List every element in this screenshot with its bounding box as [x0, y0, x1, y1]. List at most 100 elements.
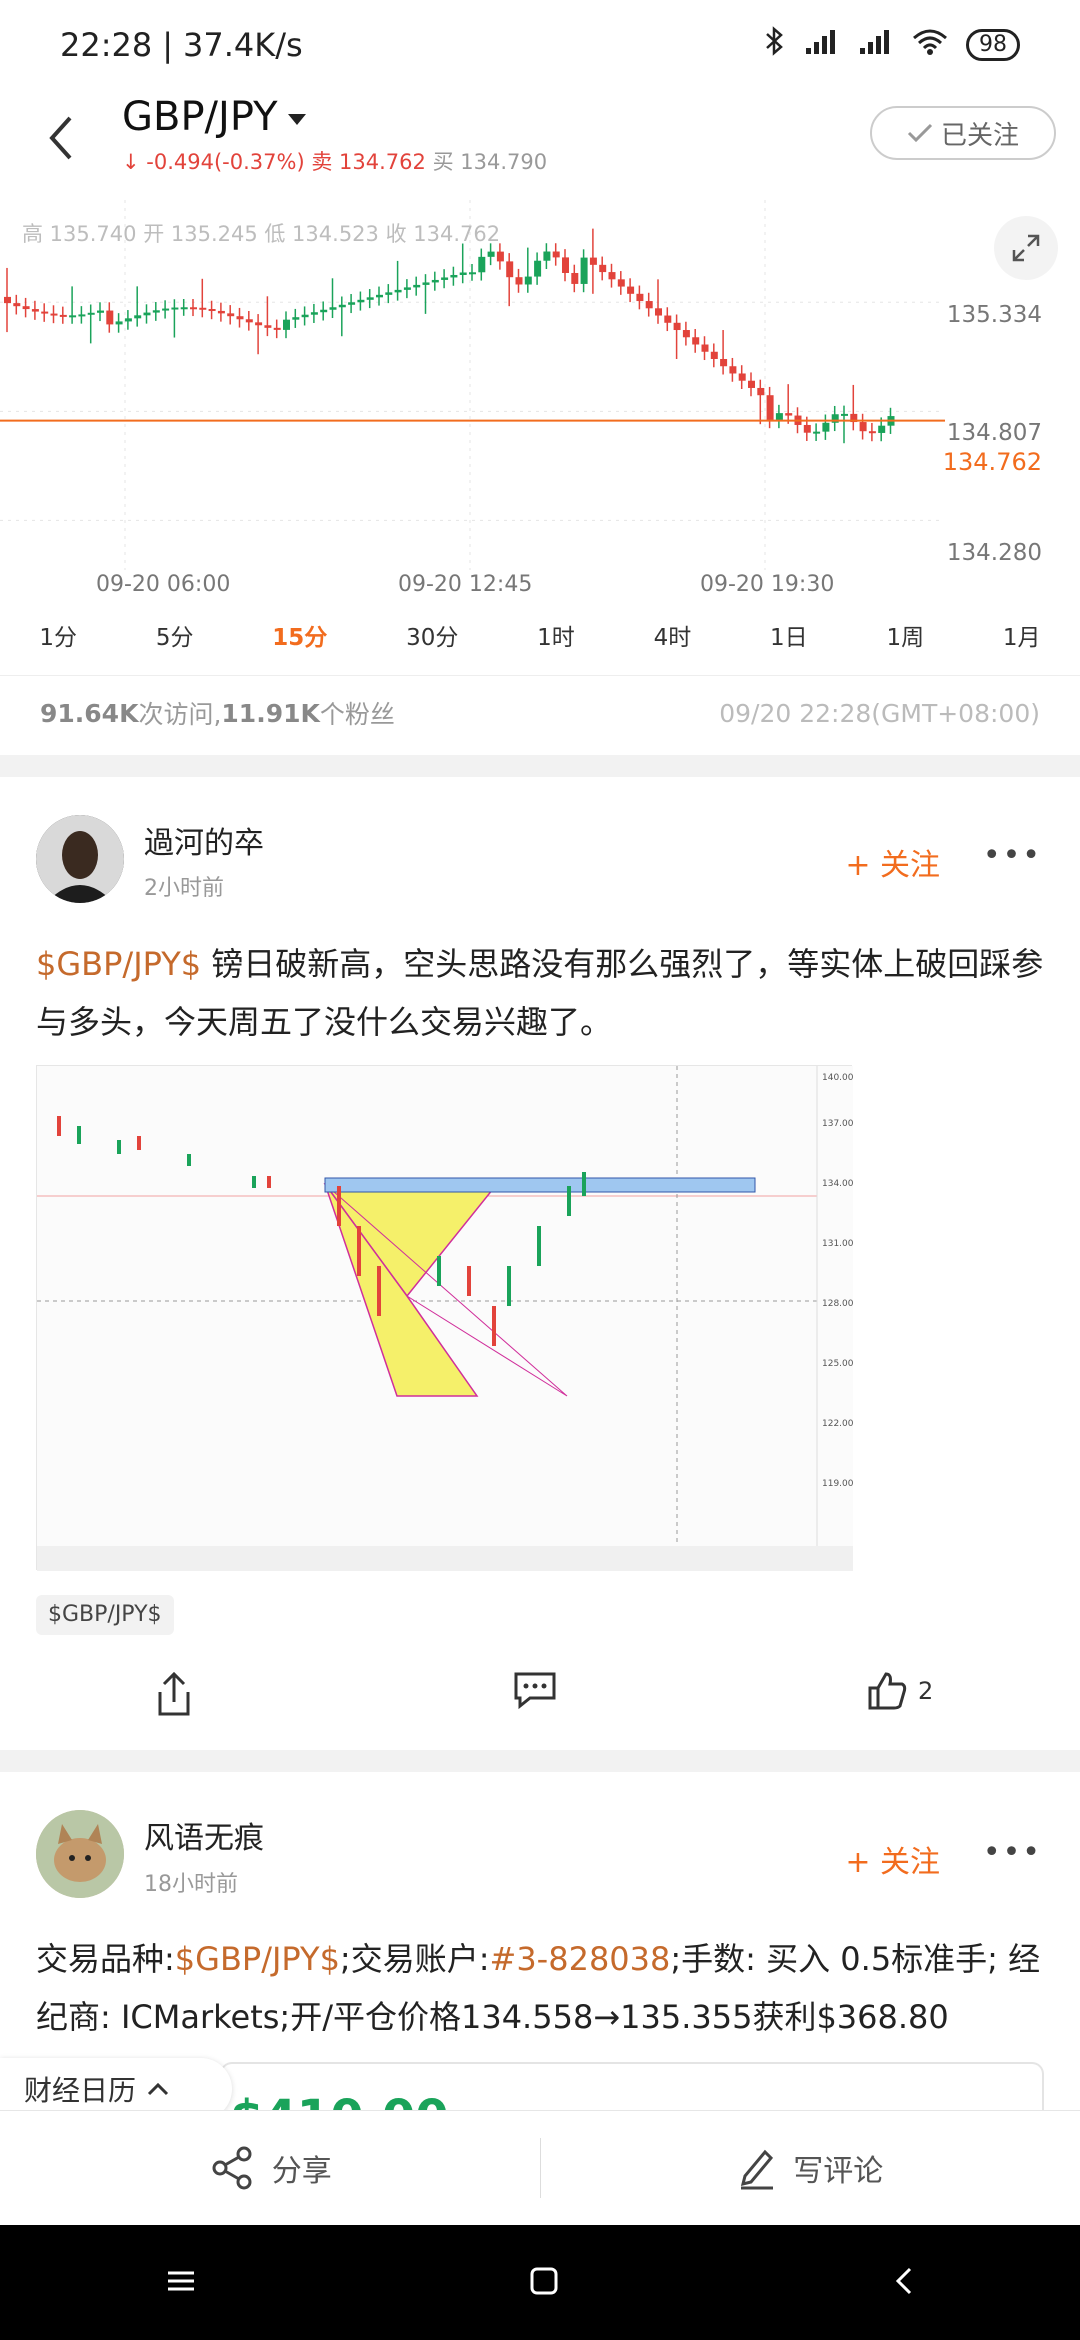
author-name[interactable]: 风语无痕 [144, 1813, 264, 1857]
time-tick: 09-20 19:30 [700, 572, 835, 597]
tab-5m[interactable]: 5分 [156, 618, 194, 652]
candle-body [813, 431, 821, 434]
post-time: 18小时前 [144, 1872, 238, 1897]
signal-icon [804, 26, 840, 64]
candle-body [403, 287, 411, 290]
current-price-tick: 134.762 [942, 448, 1042, 476]
candle-body [589, 257, 597, 265]
candle-body [143, 312, 151, 316]
back-nav-icon[interactable] [892, 2266, 914, 2300]
candle-body [822, 422, 830, 432]
wifi-icon [912, 26, 948, 64]
section-divider [0, 1750, 1080, 1772]
svg-text:125.000: 125.000 [822, 1359, 853, 1369]
avatar[interactable] [36, 815, 124, 903]
follow-button[interactable]: + 关注 [845, 1837, 940, 1881]
bottom-action-bar: 分享 写评论 [0, 2110, 1080, 2225]
pencil-icon [741, 2149, 774, 2190]
tab-4h[interactable]: 4时 [654, 618, 692, 652]
follow-button[interactable]: + 关注 [845, 840, 940, 884]
candle-body [496, 251, 504, 262]
tab-30m[interactable]: 30分 [406, 618, 458, 652]
share-button[interactable] [154, 1670, 194, 1718]
candle-body [682, 330, 690, 338]
svg-text:134.000: 134.000 [822, 1179, 853, 1189]
thumbs-up-icon [868, 1672, 907, 1710]
tab-15m[interactable]: 15分 [272, 618, 327, 652]
more-icon[interactable]: ••• [983, 1835, 1042, 1870]
candle-body [710, 351, 718, 359]
comment-button[interactable] [512, 1670, 558, 1710]
candle-body [134, 315, 142, 319]
candle-body [180, 307, 188, 310]
candle-body [766, 395, 774, 420]
candle-body [878, 425, 886, 433]
header: GBP/JPY ↓ -0.494(-0.37%) 卖 134.762 买 134… [0, 90, 1080, 200]
check-icon [907, 123, 933, 143]
tab-1h[interactable]: 1时 [537, 618, 575, 652]
candle-body [692, 337, 700, 345]
fan-label: 个粉丝 [319, 700, 395, 729]
candle-body [655, 308, 662, 316]
pair-selector[interactable]: GBP/JPY [122, 94, 306, 140]
candle-body [627, 286, 635, 294]
post-chart-image[interactable]: 140.000 137.000 134.000 131.000 128.000 125.… [36, 1065, 859, 1571]
tab-1d[interactable]: 1日 [770, 618, 808, 652]
tab-1mo[interactable]: 1月 [1003, 618, 1041, 652]
svg-text:140.000: 140.000 [822, 1073, 853, 1083]
battery-indicator: 98 [966, 29, 1020, 61]
symbol-tag[interactable]: $GBP/JPY$ [36, 945, 201, 983]
candle-body [190, 307, 197, 310]
candle-body [41, 311, 49, 314]
hashtag[interactable]: $GBP/JPY$ [36, 1595, 174, 1635]
visit-count: 91.64K [40, 698, 139, 728]
share-icon [158, 1671, 190, 1716]
candle-body [348, 302, 356, 305]
following-label: 已关注 [940, 120, 1019, 151]
calendar-label: 财经日历 [24, 2074, 137, 2107]
write-comment-button[interactable]: 写评论 [541, 2146, 1080, 2190]
candle-body [859, 422, 867, 432]
candle-body [534, 260, 542, 277]
candle-body [22, 306, 30, 310]
candle-body [580, 257, 588, 284]
like-button[interactable]: 2 [866, 1670, 933, 1712]
svg-text:137.000: 137.000 [822, 1119, 853, 1129]
candle-body [552, 251, 560, 258]
candle-body [775, 413, 783, 420]
symbol-tag[interactable]: $GBP/JPY$ [175, 1940, 340, 1978]
candle-body [59, 314, 67, 317]
fullscreen-button[interactable] [994, 216, 1058, 280]
home-icon[interactable] [529, 2266, 559, 2300]
candle-body [97, 310, 104, 313]
candle-body [338, 304, 346, 308]
candle-body [431, 279, 439, 283]
share-bottom-button[interactable]: 分享 [0, 2144, 540, 2192]
time-tick: 09-20 06:00 [96, 572, 231, 597]
candle-body [357, 299, 365, 303]
menu-icon[interactable] [166, 2269, 196, 2297]
network-speed: 37.4K/s [183, 26, 303, 64]
candle-body [69, 315, 77, 318]
more-icon[interactable]: ••• [983, 838, 1042, 873]
back-button[interactable] [38, 108, 88, 168]
account-link[interactable]: #3-828038 [490, 1940, 671, 1978]
section-divider [0, 755, 1080, 777]
tab-1w[interactable]: 1周 [886, 618, 924, 652]
candle-body [543, 251, 551, 261]
tab-1m[interactable]: 1分 [39, 618, 77, 652]
candle-body [301, 314, 309, 318]
price-chart[interactable]: 高 135.740 开 135.245 低 134.523 收 134.762 … [0, 200, 1080, 597]
candle-body [152, 310, 160, 313]
sell-price: 134.762 [339, 150, 426, 174]
candle-body [227, 313, 235, 317]
candle-body [124, 318, 132, 322]
avatar[interactable] [36, 1810, 124, 1898]
author-name[interactable]: 過河的卒 [144, 818, 264, 862]
post-body: 交易品种:$GBP/JPY$;交易账户:#3-828038;手数: 买入 0.5… [36, 1940, 1041, 2036]
candle-body [785, 413, 793, 416]
following-button[interactable]: 已关注 [870, 106, 1056, 160]
down-arrow-icon: ↓ [122, 150, 140, 174]
candle-body [329, 307, 337, 310]
quote-line: ↓ -0.494(-0.37%) 卖 134.762 买 134.790 [122, 146, 547, 176]
